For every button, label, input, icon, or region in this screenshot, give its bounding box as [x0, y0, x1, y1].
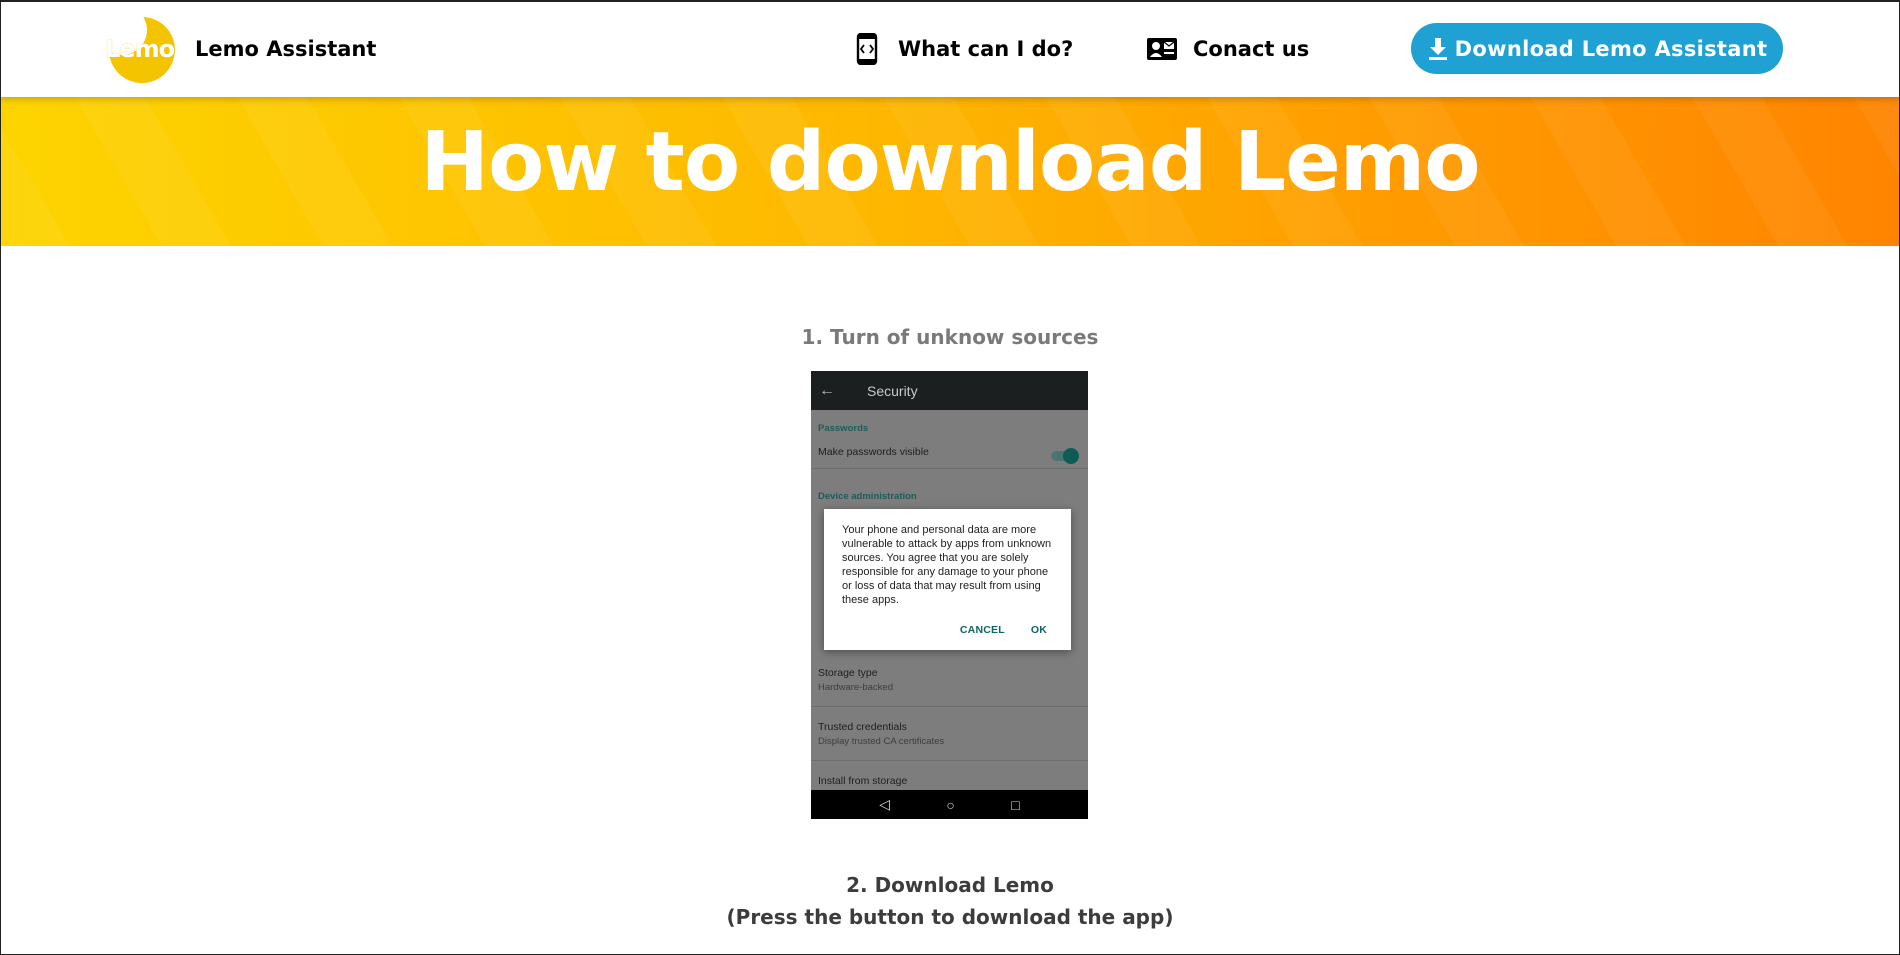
- top-navbar: Lemo Lemo Assistant What can I do? Conac…: [0, 0, 1900, 97]
- contact-card-icon: [1145, 32, 1179, 66]
- nav-back-icon: ◁: [879, 796, 890, 812]
- nav-contact-us[interactable]: Conact us: [1145, 30, 1309, 68]
- step2-title: 2. Download Lemo: [846, 873, 1054, 897]
- divider: [811, 760, 1088, 761]
- phone-nav-bar: ◁ ○ □: [811, 790, 1088, 819]
- trusted-credentials-sub: Display trusted CA certificates: [818, 736, 945, 747]
- phone-code-icon: [850, 32, 884, 66]
- nav-what-label: What can I do?: [898, 37, 1074, 61]
- dialog-ok-button: OK: [1030, 624, 1047, 636]
- nav-contact-label: Conact us: [1193, 37, 1310, 61]
- back-arrow-icon: ←: [819, 381, 835, 399]
- make-passwords-visible: Make passwords visible: [818, 446, 929, 458]
- nav-recents-icon: □: [1011, 796, 1020, 813]
- storage-type-value: Hardware-backed: [818, 682, 893, 693]
- divider: [811, 468, 1088, 469]
- brand-name: Lemo Assistant: [195, 37, 377, 61]
- step2-heading: 2. Download Lemo (Press the button to do…: [0, 869, 1900, 933]
- dialog-message: Your phone and personal data are more vu…: [842, 524, 1052, 606]
- security-settings-screenshot: ← Security Passwords Make passwords visi…: [811, 371, 1088, 819]
- toggle-switch: [1051, 448, 1079, 464]
- storage-type: Storage type: [818, 667, 878, 679]
- download-button-label: Download Lemo Assistant: [1454, 36, 1768, 61]
- phone-screen-title: Security: [867, 382, 918, 399]
- download-icon: [1427, 37, 1449, 61]
- step1-title: 1. Turn of unknow sources: [801, 325, 1099, 349]
- phone-app-bar: ← Security: [811, 371, 1088, 410]
- section-device-admin: Device administration: [818, 491, 917, 502]
- lemo-logo: Lemo: [103, 13, 175, 85]
- download-lemo-button[interactable]: Download Lemo Assistant: [1411, 23, 1783, 74]
- dialog-cancel-button: CANCEL: [959, 624, 1005, 636]
- trusted-credentials: Trusted credentials: [818, 721, 907, 733]
- step2-subtitle: (Press the button to download the app): [726, 905, 1174, 929]
- section-passwords: Passwords: [818, 423, 869, 434]
- hero-banner: How to download Lemo: [0, 97, 1900, 246]
- nav-home-icon: ○: [946, 796, 955, 813]
- install-from-storage: Install from storage: [818, 775, 908, 787]
- nav-what-can-i-do[interactable]: What can I do?: [850, 30, 1073, 68]
- brand-link[interactable]: Lemo Lemo Assistant: [103, 13, 376, 85]
- divider: [811, 706, 1088, 707]
- hero-title: How to download Lemo: [420, 115, 1480, 210]
- unknown-sources-dialog: Your phone and personal data are more vu…: [824, 509, 1071, 650]
- logo-text: Lemo: [105, 35, 175, 63]
